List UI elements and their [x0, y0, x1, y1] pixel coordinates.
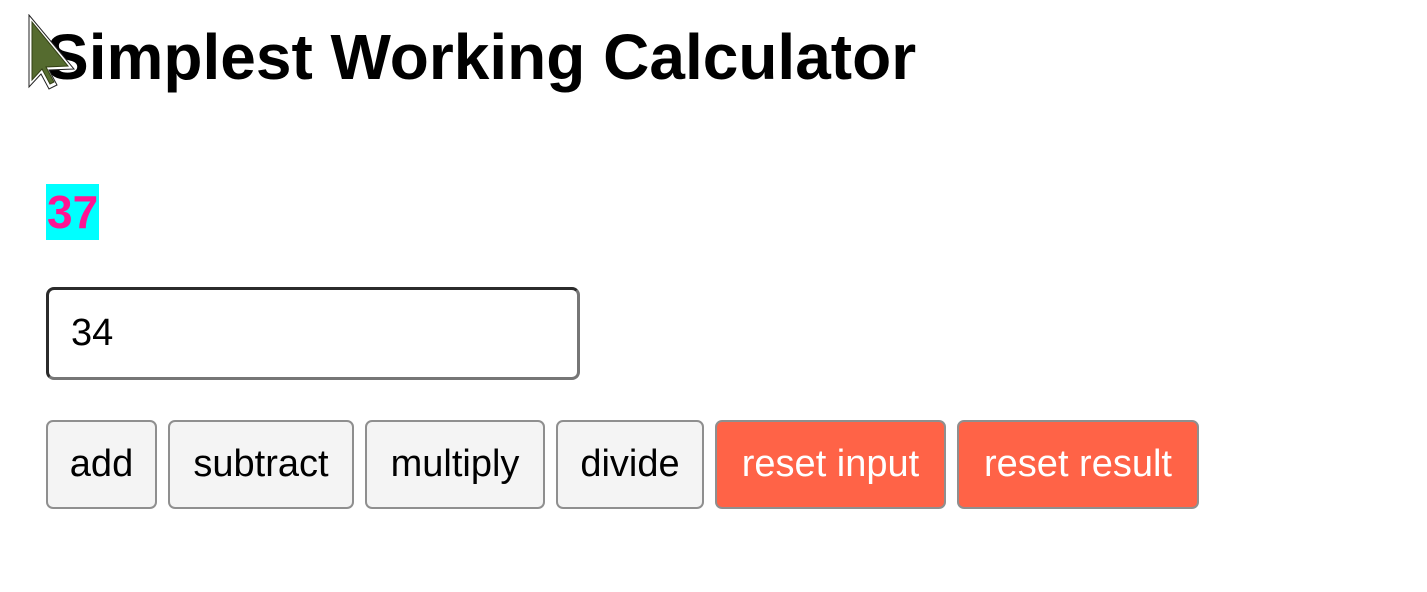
page-title: Simplest Working Calculator: [46, 21, 917, 93]
subtract-button[interactable]: subtract: [168, 420, 354, 509]
add-button[interactable]: add: [46, 420, 157, 509]
reset-input-button[interactable]: reset input: [715, 420, 946, 509]
result-display: 37: [46, 184, 100, 240]
divide-button[interactable]: divide: [556, 420, 704, 509]
number-input[interactable]: [46, 287, 580, 380]
reset-result-button[interactable]: reset result: [957, 420, 1199, 509]
operation-buttons: add subtract multiply divide reset input…: [46, 420, 1199, 509]
multiply-button[interactable]: multiply: [365, 420, 545, 509]
